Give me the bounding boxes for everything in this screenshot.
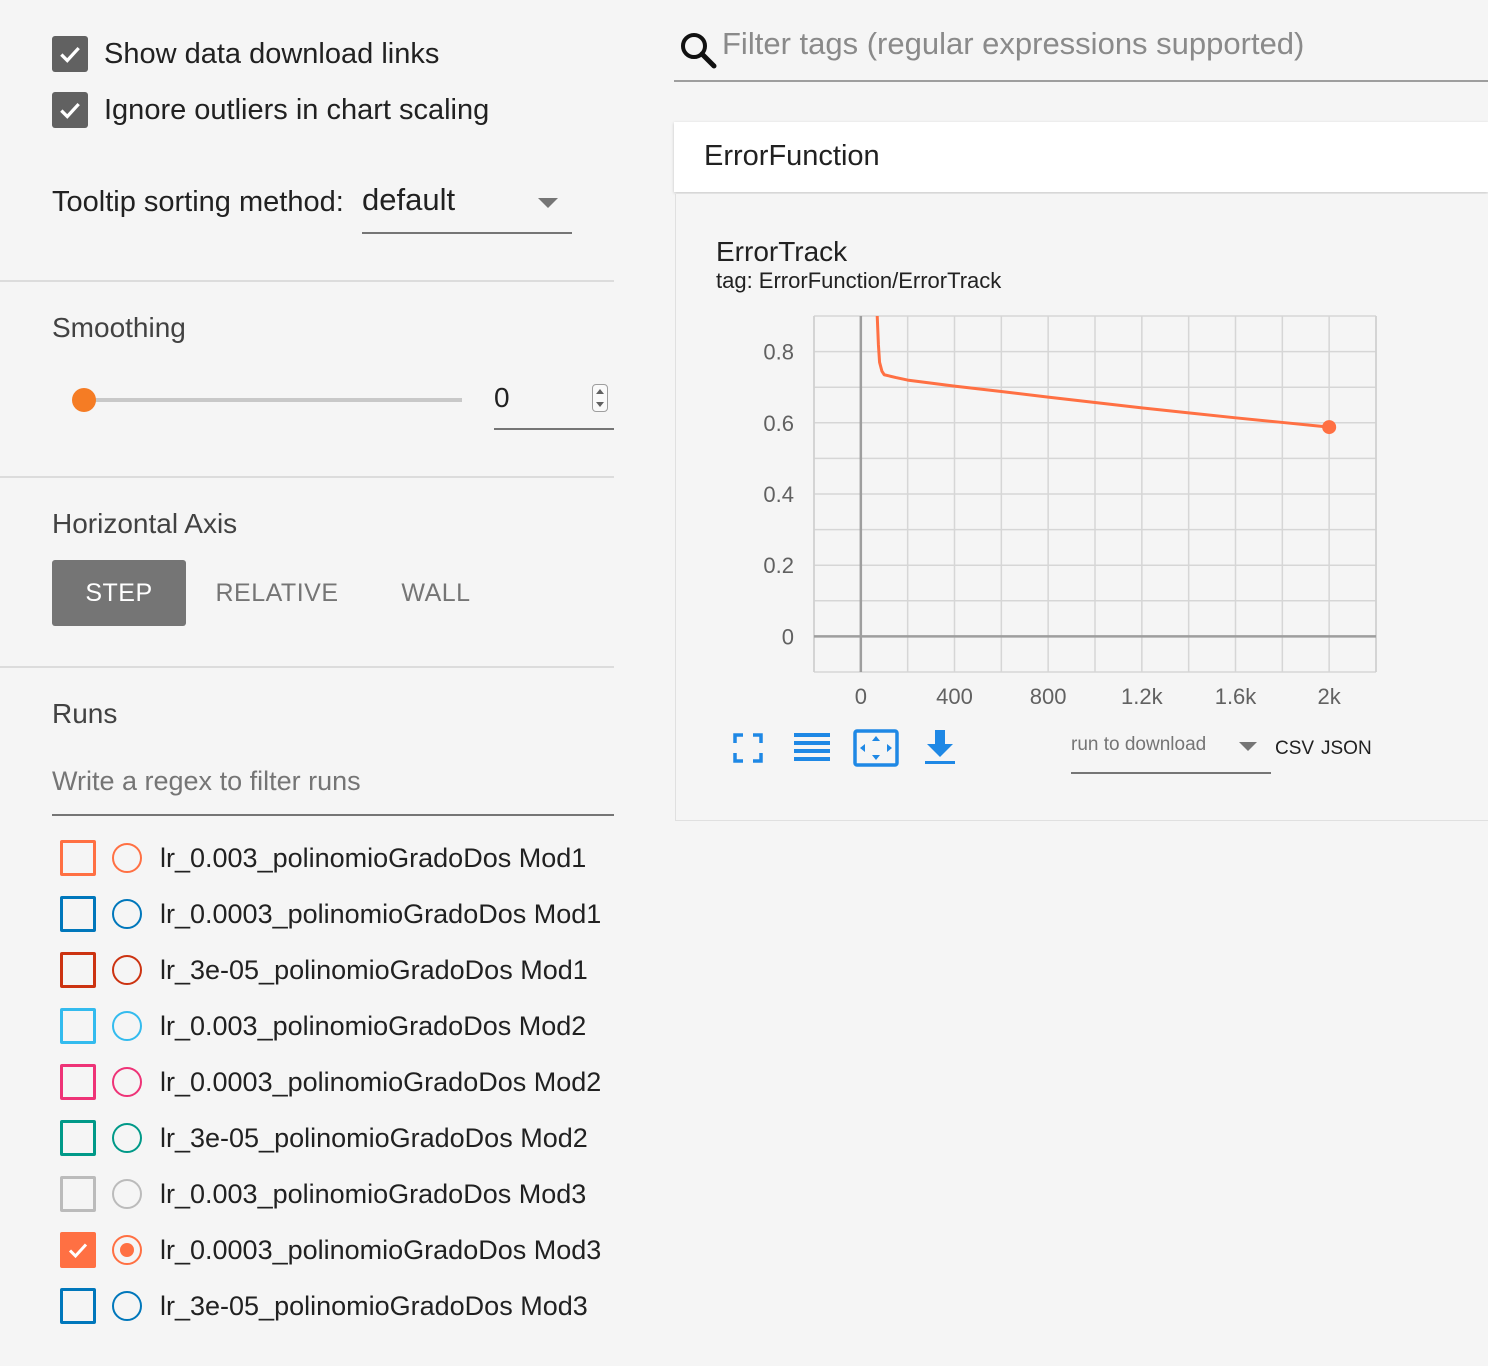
chart-tag: tag: ErrorFunction/ErrorTrack <box>716 268 1002 293</box>
run-radio[interactable] <box>112 1235 142 1265</box>
horizontal-axis-title: Horizontal Axis <box>52 508 238 539</box>
run-radio[interactable] <box>112 1123 142 1153</box>
download-icon[interactable] <box>920 728 960 768</box>
ignore-outliers-checkbox[interactable]: Ignore outliers in chart scaling <box>52 90 489 130</box>
tag-filter-placeholder: Filter tags (regular expressions support… <box>722 26 1305 61</box>
runs-title: Runs <box>52 698 118 729</box>
run-label: lr_0.0003_polinomioGradoDos Mod2 <box>160 1066 602 1097</box>
run-radio[interactable] <box>112 1179 142 1209</box>
run-to-download-dropdown[interactable]: run to download <box>1071 730 1271 774</box>
run-radio[interactable] <box>112 955 142 985</box>
y-tick-label: 0.6 <box>763 411 794 436</box>
run-checkbox[interactable] <box>60 896 96 932</box>
chart-title: ErrorTrack <box>716 236 848 267</box>
run-radio[interactable] <box>112 843 142 873</box>
run-checkbox[interactable] <box>60 1008 96 1044</box>
run-label: lr_0.003_polinomioGradoDos Mod3 <box>160 1178 587 1209</box>
smoothing-slider-track[interactable] <box>84 398 462 402</box>
csv-download-link[interactable]: CSV <box>1275 738 1314 760</box>
tag-filter-input[interactable]: Filter tags (regular expressions support… <box>674 18 1488 82</box>
fullscreen-icon[interactable] <box>728 728 768 768</box>
tooltip-sorting-dropdown[interactable]: default <box>362 180 572 234</box>
run-checkbox[interactable] <box>60 1120 96 1156</box>
run-item[interactable]: lr_0.0003_polinomioGradoDos Mod1 <box>60 894 601 934</box>
divider <box>0 280 614 282</box>
axis-step-button[interactable]: STEP <box>52 560 186 626</box>
run-item[interactable]: lr_0.003_polinomioGradoDos Mod3 <box>60 1174 586 1214</box>
run-item[interactable]: lr_0.0003_polinomioGradoDos Mod2 <box>60 1062 601 1102</box>
axis-relative-button[interactable]: RELATIVE <box>200 560 354 626</box>
divider <box>0 666 614 668</box>
chevron-down-icon <box>1239 742 1257 751</box>
run-radio[interactable] <box>112 1011 142 1041</box>
y-tick-label: 0.2 <box>763 553 794 578</box>
sidebar: Show data download links Ignore outliers… <box>0 0 614 1366</box>
x-tick-label: 2k <box>1318 684 1342 709</box>
radio-dot-icon <box>120 1243 134 1257</box>
axis-wall-button[interactable]: WALL <box>380 560 492 626</box>
run-to-download-placeholder: run to download <box>1071 734 1207 755</box>
x-tick-label: 800 <box>1030 684 1067 709</box>
divider <box>0 476 614 478</box>
run-radio[interactable] <box>112 1067 142 1097</box>
show-download-links-checkbox[interactable]: Show data download links <box>52 34 439 74</box>
spinner-arrows-icon[interactable] <box>592 384 608 412</box>
series-end-point <box>1322 420 1337 435</box>
category-title: ErrorFunction <box>704 140 880 172</box>
x-tick-label: 1.2k <box>1121 684 1164 709</box>
run-checkbox[interactable] <box>60 1176 96 1212</box>
run-item[interactable]: lr_0.0003_polinomioGradoDos Mod3 <box>60 1230 601 1270</box>
fit-domain-icon[interactable] <box>852 728 900 768</box>
smoothing-value: 0 <box>494 382 510 413</box>
run-label: lr_3e-05_polinomioGradoDos Mod2 <box>160 1122 588 1153</box>
run-label: lr_3e-05_polinomioGradoDos Mod3 <box>160 1290 588 1321</box>
category-header[interactable]: ErrorFunction <box>674 122 1488 192</box>
tooltip-sorting-label: Tooltip sorting method: <box>52 186 344 218</box>
runs-filter-placeholder: Write a regex to filter runs <box>52 766 361 796</box>
y-tick-label: 0.4 <box>763 482 794 507</box>
json-download-link[interactable]: JSON <box>1321 738 1372 760</box>
smoothing-input[interactable]: 0 <box>494 372 614 430</box>
smoothing-title: Smoothing <box>52 312 186 343</box>
y-tick-label: 0.8 <box>763 340 794 365</box>
run-checkbox[interactable] <box>60 1288 96 1324</box>
checkmark-icon <box>68 1243 88 1259</box>
run-checkbox[interactable] <box>60 840 96 876</box>
y-tick-label: 0 <box>782 624 794 649</box>
run-radio[interactable] <box>112 1291 142 1321</box>
show-download-links-label: Show data download links <box>104 37 440 70</box>
run-label: lr_3e-05_polinomioGradoDos Mod1 <box>160 954 588 985</box>
x-tick-label: 400 <box>936 684 973 709</box>
run-item[interactable]: lr_3e-05_polinomioGradoDos Mod1 <box>60 950 588 990</box>
series-line <box>875 315 1330 429</box>
run-item[interactable]: lr_0.003_polinomioGradoDos Mod1 <box>60 838 586 878</box>
runs-filter-input[interactable]: Write a regex to filter runs <box>52 762 614 816</box>
lines-icon[interactable] <box>792 728 832 768</box>
run-radio[interactable] <box>112 899 142 929</box>
chevron-down-icon <box>538 198 558 208</box>
ignore-outliers-label: Ignore outliers in chart scaling <box>104 93 490 126</box>
tooltip-sorting-value: default <box>362 182 456 217</box>
run-item[interactable]: lr_0.003_polinomioGradoDos Mod2 <box>60 1006 586 1046</box>
x-tick-label: 0 <box>855 684 867 709</box>
smoothing-slider-knob[interactable] <box>72 388 96 412</box>
run-checkbox[interactable] <box>60 1064 96 1100</box>
x-tick-label: 1.6k <box>1215 684 1258 709</box>
run-label: lr_0.003_polinomioGradoDos Mod1 <box>160 842 587 873</box>
run-checkbox[interactable] <box>60 952 96 988</box>
run-checkbox[interactable] <box>60 1232 96 1268</box>
run-item[interactable]: lr_3e-05_polinomioGradoDos Mod2 <box>60 1118 588 1158</box>
line-chart[interactable]: 0 400 800 1.2k 1.6k 2k 0 0.2 0.4 0.6 0.8 <box>740 300 1390 720</box>
checkbox-checked-icon <box>52 36 88 72</box>
run-item[interactable]: lr_3e-05_polinomioGradoDos Mod3 <box>60 1286 588 1326</box>
search-icon <box>681 33 717 69</box>
checkbox-checked-icon <box>52 92 88 128</box>
run-label: lr_0.0003_polinomioGradoDos Mod1 <box>160 898 602 929</box>
run-label: lr_0.0003_polinomioGradoDos Mod3 <box>160 1234 602 1265</box>
run-label: lr_0.003_polinomioGradoDos Mod2 <box>160 1010 587 1041</box>
